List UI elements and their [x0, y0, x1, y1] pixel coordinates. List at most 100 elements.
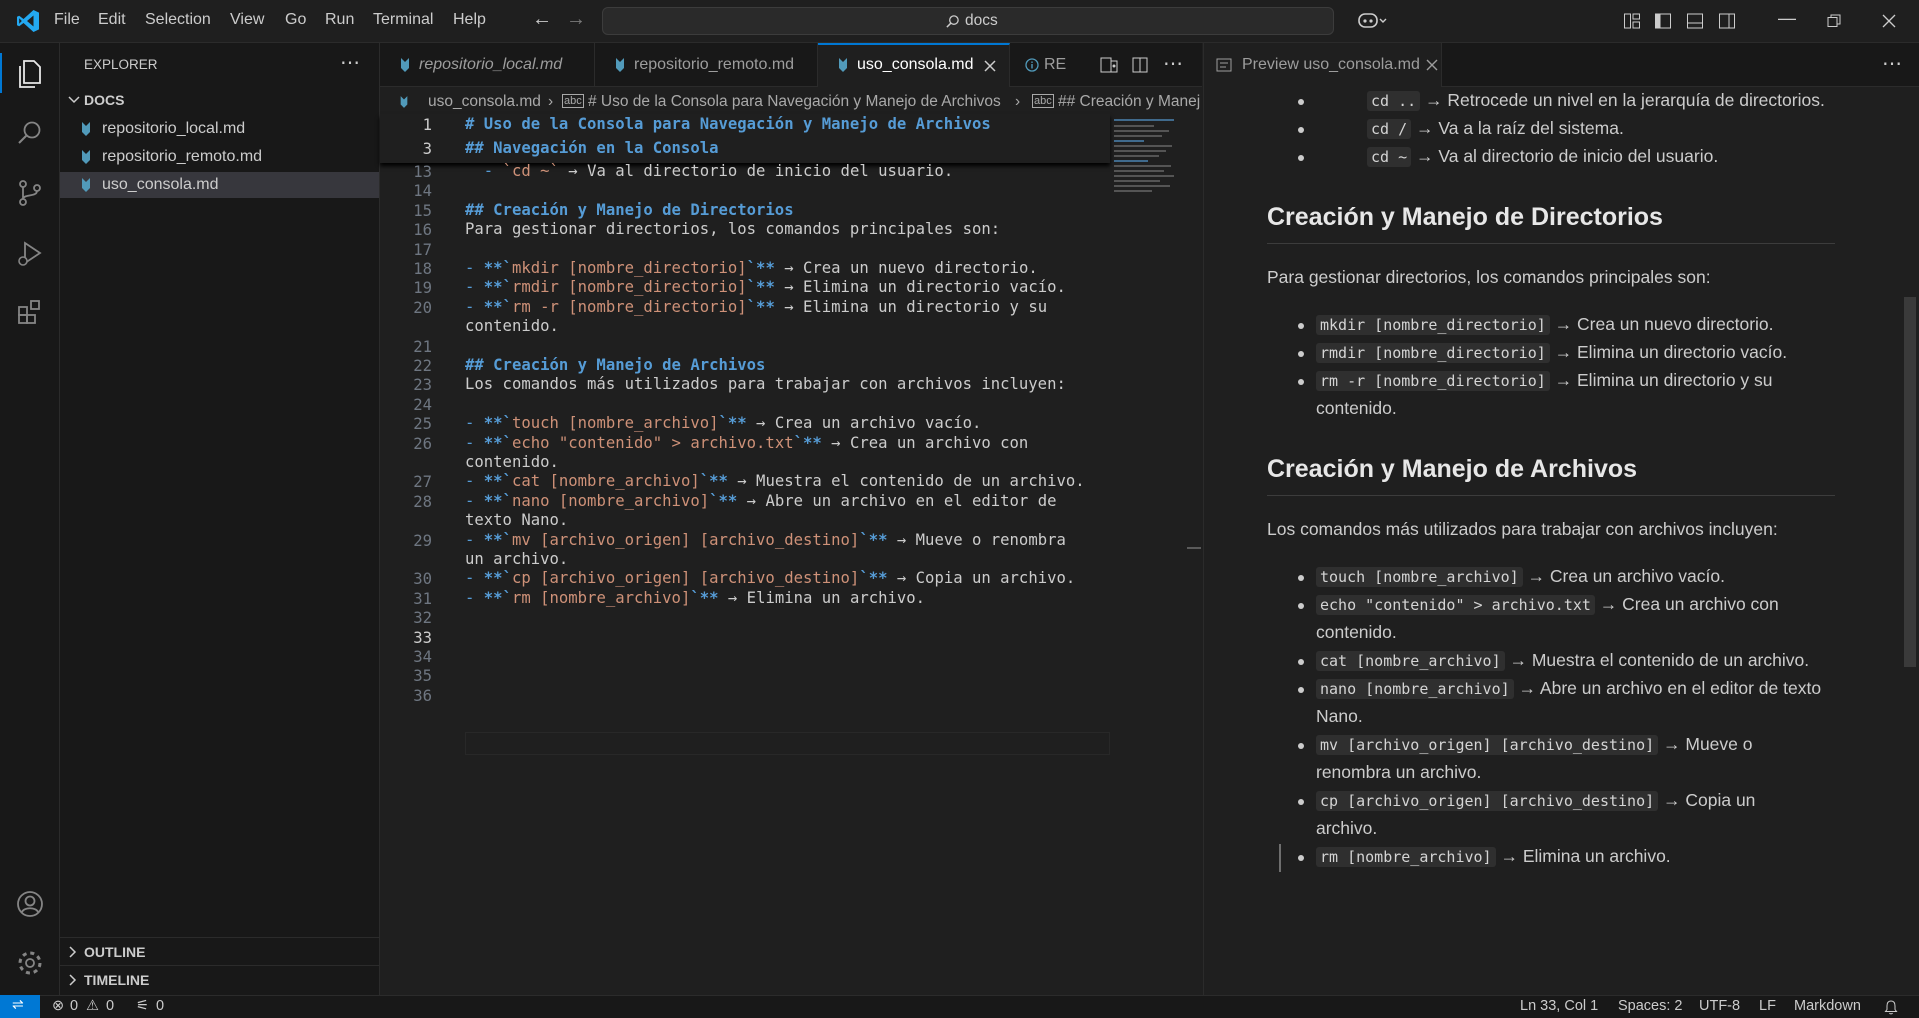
timeline-section[interactable]: TIMELINE — [60, 967, 379, 993]
vscode-logo-icon — [17, 10, 39, 32]
line-number: 1 — [422, 116, 432, 134]
active-indicator — [0, 53, 2, 93]
file-repositorio-remoto[interactable]: repositorio_remoto.md — [60, 144, 379, 170]
heading-rule — [1267, 243, 1835, 244]
more-actions-icon[interactable]: ⋯ — [1163, 51, 1183, 76]
breadcrumb-file[interactable]: uso_consola.md — [428, 93, 541, 111]
extensions-icon[interactable] — [12, 295, 48, 331]
breadcrumb-h1[interactable]: # Uso de la Consola para Navegación y Ma… — [588, 93, 1001, 111]
breadcrumb: uso_consola.md › abc # Uso de la Consola… — [380, 87, 1202, 117]
error-icon[interactable]: ⊗ — [52, 998, 64, 1014]
inline-code: echo "contenido" > archivo.txt — [1316, 595, 1595, 615]
ports-count[interactable]: 0 — [156, 998, 164, 1014]
code-line[interactable]: - **`cp [archivo_origen] [archivo_destin… — [465, 569, 1075, 587]
errors-count[interactable]: 0 — [70, 998, 78, 1014]
tab-uso-consola-active[interactable]: uso_consola.md — [818, 43, 1010, 88]
outline-section[interactable]: OUTLINE — [60, 939, 379, 965]
code-line[interactable]: - **`rmdir [nombre_directorio]`** → Elim… — [465, 278, 1066, 296]
folder-label: DOCS — [84, 92, 125, 108]
code-line[interactable]: contenido. — [465, 453, 559, 471]
encoding[interactable]: UTF-8 — [1699, 998, 1740, 1014]
search-box[interactable]: docs — [602, 7, 1334, 35]
warnings-count[interactable]: 0 — [106, 998, 114, 1014]
folder-docs[interactable]: DOCS — [60, 89, 379, 111]
minimize-icon[interactable]: — — [1778, 8, 1796, 29]
menu-view[interactable]: View — [230, 11, 264, 29]
source-control-icon[interactable] — [12, 175, 48, 211]
tab-repositorio-remoto[interactable]: repositorio_remoto.md — [595, 43, 818, 87]
code-line[interactable]: - **`rm [nombre_archivo]`** → Elimina un… — [465, 589, 925, 607]
customize-layout-icon[interactable] — [1623, 12, 1641, 30]
code-line[interactable]: Para gestionar directorios, los comandos… — [465, 220, 1000, 238]
code-line[interactable]: - **`nano [nombre_archivo]`** → Abre un … — [465, 492, 1056, 510]
list-bullet — [1298, 323, 1304, 329]
ports-icon[interactable]: ⚟ — [136, 998, 149, 1014]
code-line[interactable]: ## Creación y Manejo de Archivos — [465, 356, 765, 374]
close-tab-icon[interactable] — [1426, 59, 1438, 71]
file-uso-consola[interactable]: uso_consola.md — [60, 172, 379, 198]
menu-file[interactable]: File — [54, 11, 80, 29]
menu-go[interactable]: Go — [285, 11, 306, 29]
code-line[interactable]: - **`cat [nombre_archivo]`** → Muestra e… — [465, 472, 1085, 490]
preview-scrollbar[interactable] — [1904, 297, 1916, 667]
toggle-secondary-sidebar-icon[interactable] — [1718, 12, 1736, 30]
sticky-h2[interactable]: ## Navegación en la Consola — [465, 139, 718, 157]
notifications-bell-icon[interactable] — [1884, 1000, 1898, 1015]
language-mode[interactable]: Markdown — [1794, 998, 1861, 1014]
menu-run[interactable]: Run — [325, 11, 354, 29]
file-repositorio-local[interactable]: repositorio_local.md — [60, 116, 379, 142]
split-editor-icon[interactable] — [1132, 57, 1148, 73]
code-line[interactable]: Los comandos más utilizados para trabaja… — [465, 375, 1066, 393]
code-line[interactable]: - **`mkdir [nombre_directorio]`** → Crea… — [465, 259, 1038, 277]
close-window-icon[interactable] — [1882, 14, 1896, 28]
code-line[interactable]: texto Nano. — [465, 511, 568, 529]
code-line[interactable]: un archivo. — [465, 550, 568, 568]
manage-gear-icon[interactable] — [12, 945, 48, 981]
run-debug-icon[interactable] — [12, 235, 48, 271]
explorer-icon[interactable] — [12, 56, 48, 92]
close-tab-icon[interactable] — [984, 60, 996, 72]
copilot-icon[interactable] — [1357, 10, 1387, 32]
more-actions-icon[interactable]: ⋯ — [340, 50, 360, 75]
search-view-icon[interactable] — [12, 115, 48, 151]
inline-code: cd ~ — [1367, 147, 1412, 167]
menu-selection[interactable]: Selection — [145, 11, 211, 29]
tab-readme-partial[interactable]: RE — [1010, 43, 1080, 87]
line-number: 14 — [413, 182, 432, 201]
code-line[interactable]: - **`rm -r [nombre_directorio]`** → Elim… — [465, 298, 1047, 316]
restore-icon[interactable] — [1827, 14, 1841, 28]
more-actions-icon[interactable]: ⋯ — [1882, 51, 1902, 76]
menu-terminal[interactable]: Terminal — [373, 11, 433, 29]
code-line[interactable]: contenido. — [465, 317, 559, 335]
warning-icon[interactable]: ⚠ — [86, 998, 99, 1014]
code-line[interactable]: - **`touch [nombre_archivo]`** → Crea un… — [465, 414, 981, 432]
cursor-position[interactable]: Ln 33, Col 1 — [1520, 998, 1598, 1014]
line-number: 18 — [413, 260, 432, 278]
accounts-icon[interactable] — [12, 886, 48, 922]
toggle-panel-icon[interactable] — [1686, 12, 1704, 30]
minimap[interactable] — [1112, 117, 1182, 197]
indentation[interactable]: Spaces: 2 — [1618, 998, 1683, 1014]
menu-help[interactable]: Help — [453, 11, 486, 29]
back-arrow-icon[interactable]: ← — [532, 8, 552, 31]
line-number: 25 — [413, 415, 432, 434]
tab-repositorio-local[interactable]: repositorio_local.md — [380, 43, 595, 87]
sticky-h1[interactable]: # Uso de la Consola para Navegación y Ma… — [465, 115, 991, 133]
code-line[interactable]: - **`mv [archivo_origen] [archivo_destin… — [465, 531, 1066, 549]
forward-arrow-icon[interactable]: → — [566, 8, 586, 31]
tab-preview[interactable]: Preview uso_consola.md — [1204, 43, 1442, 87]
code-line[interactable]: - **`echo "contenido" > archivo.txt`** →… — [465, 434, 1028, 452]
explorer-title: EXPLORER — [84, 57, 158, 72]
toggle-primary-sidebar-icon[interactable] — [1654, 12, 1672, 30]
breadcrumb-h2[interactable]: ## Creación y Manej — [1058, 93, 1200, 111]
code-line[interactable]: - `cd ~` → Va al directorio de inicio de… — [465, 162, 953, 180]
open-preview-icon[interactable] — [1100, 57, 1118, 73]
line-number: 3 — [422, 140, 432, 158]
code-line[interactable]: ## Creación y Manejo de Directorios — [465, 201, 794, 219]
inline-code: rm -r [nombre_directorio] — [1316, 371, 1550, 391]
markdown-file-icon — [400, 96, 408, 108]
remote-indicator[interactable]: ⇌ — [0, 995, 40, 1018]
menu-edit[interactable]: Edit — [98, 11, 126, 29]
end-of-line[interactable]: LF — [1759, 998, 1776, 1014]
markdown-file-icon — [839, 58, 847, 72]
